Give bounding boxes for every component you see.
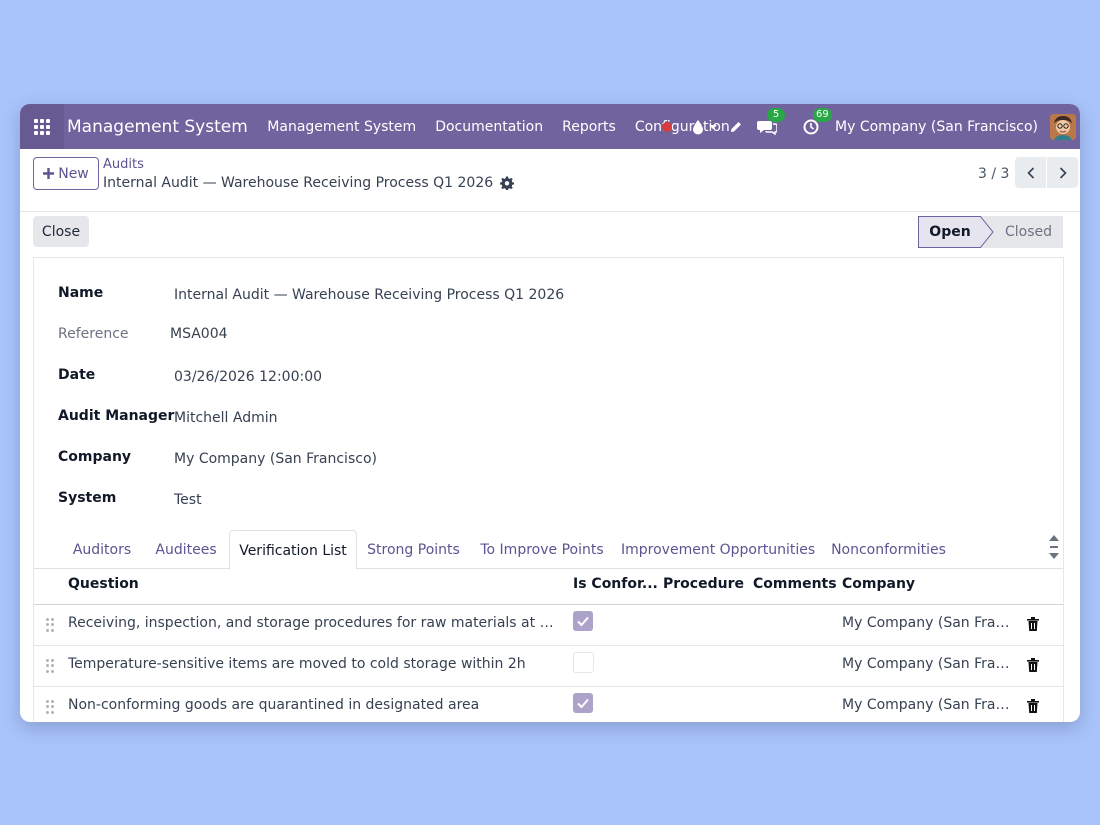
control-panel: New Audits Internal Audit — Warehouse Re…	[20, 149, 1080, 212]
date-field[interactable]: 03/26/2026 12:00:00	[174, 369, 322, 385]
new-button-label: New	[58, 165, 89, 182]
apps-menu-icon[interactable]	[20, 104, 64, 149]
tab-to-improve-points[interactable]: To Improve Points	[478, 530, 606, 568]
stage-arrow	[980, 216, 994, 248]
column-company[interactable]: Company	[842, 576, 915, 592]
name-field[interactable]: Internal Audit — Warehouse Receiving Pro…	[174, 287, 564, 303]
caret-down-icon[interactable]	[1049, 552, 1059, 560]
table-row[interactable]: Receiving, inspection, and storage proce…	[34, 605, 1063, 646]
menu-management-system[interactable]: Management System	[258, 119, 426, 135]
trash-icon[interactable]	[1027, 699, 1039, 713]
stage-closed[interactable]: Closed	[994, 216, 1063, 248]
check-icon	[577, 616, 589, 627]
pager-next-button[interactable]	[1047, 157, 1078, 188]
breadcrumb-audits[interactable]: Audits	[103, 157, 144, 172]
pencil-icon[interactable]	[729, 120, 743, 134]
conforming-checkbox[interactable]	[573, 611, 593, 631]
drag-handle-icon[interactable]	[46, 700, 54, 714]
audit-manager-label: Audit Manager	[58, 408, 175, 424]
breadcrumb-current-label: Internal Audit — Warehouse Receiving Pro…	[103, 175, 494, 191]
column-is-conforming[interactable]: Is Confor...	[573, 576, 658, 592]
tab-verification-list[interactable]: Verification List	[229, 530, 357, 570]
caret-up-icon[interactable]	[1049, 534, 1059, 542]
company-cell[interactable]: My Company (San Francis...	[842, 656, 1017, 672]
gear-icon[interactable]	[500, 176, 515, 190]
conforming-checkbox[interactable]	[573, 693, 593, 713]
column-comments[interactable]: Comments	[753, 576, 837, 592]
company-label: Company	[58, 449, 132, 465]
table-row[interactable]: Temperature-sensitive items are moved to…	[34, 646, 1063, 687]
date-label: Date	[58, 367, 96, 383]
system-field[interactable]: Test	[174, 492, 202, 508]
menu-reports[interactable]: Reports	[553, 119, 626, 135]
pager-previous-button[interactable]	[1015, 157, 1046, 188]
company-cell[interactable]: My Company (San Francis...	[842, 697, 1017, 713]
plus-icon	[43, 168, 55, 179]
column-procedure[interactable]: Procedure	[663, 576, 744, 592]
close-button[interactable]: Close	[33, 216, 89, 247]
user-avatar[interactable]	[1050, 113, 1076, 140]
company-cell[interactable]: My Company (San Francis...	[842, 615, 1017, 631]
systray: 5 69 My Company (San Francisco)	[656, 104, 1080, 149]
tab-nonconformities[interactable]: Nonconformities	[826, 530, 951, 568]
tab-auditors[interactable]: Auditors	[62, 530, 142, 568]
name-label: Name	[58, 285, 104, 301]
activities-icon[interactable]: 69	[803, 107, 832, 135]
stage-open[interactable]: Open	[918, 216, 981, 248]
company-switcher[interactable]: My Company (San Francisco)	[835, 119, 1038, 135]
app-brand[interactable]: Management System	[67, 117, 248, 137]
company-field[interactable]: My Company (San Francisco)	[174, 451, 377, 467]
tab-auditees[interactable]: Auditees	[148, 530, 224, 568]
check-icon	[577, 698, 589, 709]
column-question[interactable]: Question	[68, 576, 139, 592]
messages-badge: 5	[767, 107, 786, 122]
drop-icon[interactable]	[692, 119, 718, 135]
question-cell[interactable]: Receiving, inspection, and storage proce…	[68, 615, 563, 631]
question-cell[interactable]: Non-conforming goods are quarantined in …	[68, 697, 563, 713]
trash-icon[interactable]	[1027, 617, 1039, 631]
table-row[interactable]: Non-conforming goods are quarantined in …	[34, 687, 1063, 722]
breadcrumb-current: Internal Audit — Warehouse Receiving Pro…	[103, 175, 515, 191]
tab-strong-points[interactable]: Strong Points	[363, 530, 464, 568]
drag-handle-icon[interactable]	[46, 659, 54, 673]
reference-label: Reference	[58, 326, 129, 342]
reference-field: MSA004	[170, 326, 228, 342]
tab-improvement-opportunities[interactable]: Improvement Opportunities	[621, 530, 815, 568]
activities-badge: 69	[813, 107, 832, 122]
notebook-tabs: Auditors Auditees Verification List Stro…	[34, 530, 1063, 570]
record-icon[interactable]	[662, 121, 673, 132]
pager-value[interactable]: 3 / 3	[978, 166, 1009, 182]
conforming-checkbox[interactable]	[573, 652, 594, 673]
tabs-scroll-indicator[interactable]	[1048, 534, 1060, 568]
menu-documentation[interactable]: Documentation	[426, 119, 553, 135]
chevron-left-icon	[1026, 166, 1034, 179]
top-navbar: Management System Management System Docu…	[20, 104, 1080, 149]
chevron-right-icon	[1059, 166, 1067, 179]
trash-icon[interactable]	[1027, 658, 1039, 672]
drag-handle-icon[interactable]	[46, 618, 54, 632]
app-window: Management System Management System Docu…	[20, 104, 1080, 722]
messages-icon[interactable]: 5	[757, 107, 786, 135]
form-sheet: Name Internal Audit — Warehouse Receivin…	[33, 257, 1064, 722]
system-label: System	[58, 490, 117, 506]
question-cell[interactable]: Temperature-sensitive items are moved to…	[68, 656, 563, 672]
audit-manager-field[interactable]: Mitchell Admin	[174, 410, 278, 426]
new-button[interactable]: New	[33, 157, 99, 190]
